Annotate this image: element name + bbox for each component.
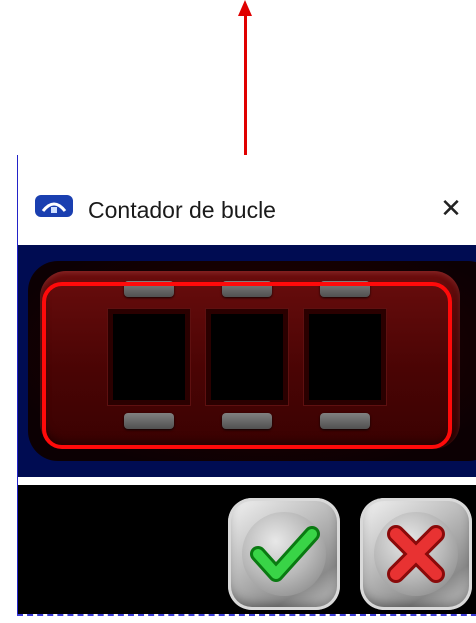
- led-indicator: [124, 281, 174, 297]
- ok-button[interactable]: [228, 498, 340, 610]
- cancel-button[interactable]: [360, 498, 472, 610]
- led-indicator: [222, 413, 272, 429]
- digit-tens: [206, 309, 288, 405]
- button-bar: [18, 485, 476, 623]
- window-bottom-border: [17, 614, 476, 623]
- loop-counter-app-icon: [35, 195, 73, 217]
- digit-units: [304, 309, 386, 405]
- led-indicator: [320, 281, 370, 297]
- green-checkmark-icon: [250, 526, 320, 582]
- led-indicator: [124, 413, 174, 429]
- counter-display: [40, 271, 460, 449]
- loop-counter-dialog: Contador de bucle ✕: [17, 155, 476, 623]
- led-indicator: [222, 281, 272, 297]
- counter-panel: [18, 245, 476, 477]
- close-icon[interactable]: ✕: [436, 193, 466, 223]
- title-bar[interactable]: Contador de bucle ✕: [18, 165, 476, 245]
- red-x-icon: [387, 525, 445, 583]
- led-indicator: [320, 413, 370, 429]
- panel-divider: [18, 477, 476, 485]
- dialog-title: Contador de bucle: [88, 197, 276, 223]
- digit-hundreds: [108, 309, 190, 405]
